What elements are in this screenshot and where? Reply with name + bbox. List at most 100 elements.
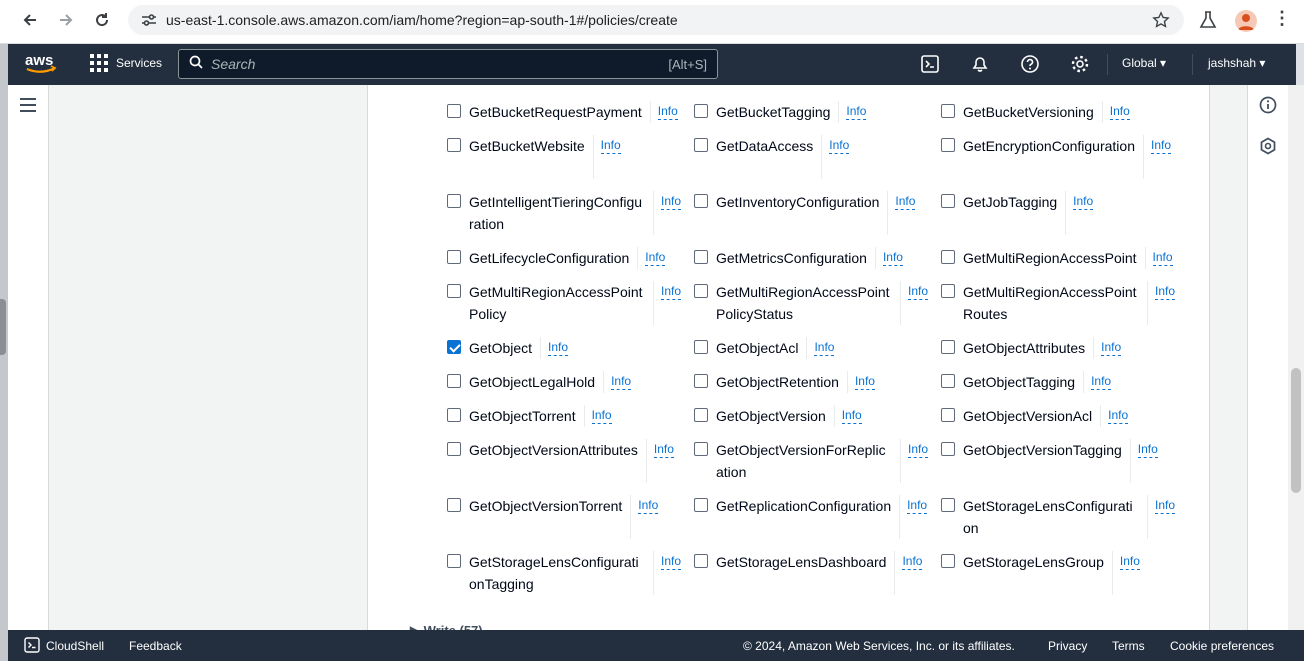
- info-link[interactable]: Info: [1091, 373, 1112, 390]
- info-link[interactable]: Info: [846, 103, 867, 120]
- settings-gear-icon[interactable]: [1070, 54, 1092, 76]
- info-link[interactable]: Info: [1109, 103, 1130, 120]
- action-checkbox[interactable]: [447, 194, 461, 208]
- action-name[interactable]: GetJobTagging: [963, 191, 1139, 213]
- browser-menu-icon[interactable]: ⋮: [1272, 8, 1292, 29]
- help-icon[interactable]: [1020, 54, 1042, 76]
- action-checkbox[interactable]: [447, 104, 461, 118]
- info-link[interactable]: Info: [600, 137, 621, 154]
- info-link[interactable]: Info: [895, 193, 916, 210]
- action-checkbox[interactable]: [941, 104, 955, 118]
- back-arrow-icon[interactable]: [14, 6, 46, 34]
- info-link[interactable]: Info: [841, 407, 862, 424]
- region-selector[interactable]: Global ▾: [1122, 56, 1166, 70]
- action-name[interactable]: GetObjectVersionTorrent: [469, 495, 645, 517]
- action-name[interactable]: GetReplicationConfiguration: [716, 495, 892, 517]
- action-name[interactable]: GetStorageLensDashboard: [716, 551, 892, 573]
- info-link[interactable]: Info: [645, 249, 666, 266]
- info-link[interactable]: Info: [1155, 283, 1176, 300]
- labs-flask-icon[interactable]: [1198, 10, 1218, 35]
- info-link[interactable]: Info: [908, 283, 929, 300]
- page-scrollbar[interactable]: [1288, 85, 1304, 630]
- action-checkbox[interactable]: [694, 250, 708, 264]
- action-checkbox[interactable]: [447, 554, 461, 568]
- action-name[interactable]: GetStorageLensConfigurationTagging: [469, 551, 645, 595]
- info-link[interactable]: Info: [1119, 553, 1140, 570]
- info-link[interactable]: Info: [1073, 193, 1094, 210]
- cloudshell-link[interactable]: CloudShell: [46, 639, 104, 653]
- action-name[interactable]: GetMultiRegionAccessPointRoutes: [963, 281, 1139, 325]
- action-checkbox[interactable]: [694, 340, 708, 354]
- action-name[interactable]: GetEncryptionConfiguration: [963, 135, 1139, 157]
- notifications-bell-icon[interactable]: [970, 54, 992, 76]
- info-link[interactable]: Info: [907, 497, 928, 514]
- feedback-link[interactable]: Feedback: [129, 639, 182, 653]
- info-link[interactable]: Info: [611, 373, 632, 390]
- action-name[interactable]: GetDataAccess: [716, 135, 892, 157]
- aws-logo-icon[interactable]: aws: [24, 52, 58, 79]
- scrollbar-thumb[interactable]: [1291, 368, 1301, 493]
- info-link[interactable]: Info: [908, 441, 929, 458]
- info-link[interactable]: Info: [882, 249, 903, 266]
- action-name[interactable]: GetObjectVersionTagging: [963, 439, 1139, 461]
- reload-icon[interactable]: [86, 6, 118, 34]
- action-checkbox[interactable]: [447, 374, 461, 388]
- menu-hamburger-icon[interactable]: [20, 98, 36, 117]
- action-checkbox[interactable]: [941, 250, 955, 264]
- info-link[interactable]: Info: [1152, 249, 1173, 266]
- info-link[interactable]: Info: [1155, 497, 1176, 514]
- action-checkbox[interactable]: [447, 250, 461, 264]
- action-checkbox[interactable]: [694, 138, 708, 152]
- action-checkbox[interactable]: [941, 498, 955, 512]
- bookmark-star-icon[interactable]: [1152, 11, 1170, 34]
- action-checkbox[interactable]: [941, 194, 955, 208]
- forward-arrow-icon[interactable]: [50, 6, 82, 34]
- action-checkbox[interactable]: [694, 408, 708, 422]
- info-link[interactable]: Info: [591, 407, 612, 424]
- action-name[interactable]: GetObjectVersionAttributes: [469, 439, 645, 461]
- action-checkbox[interactable]: [447, 498, 461, 512]
- action-checkbox[interactable]: [941, 374, 955, 388]
- info-link[interactable]: Info: [902, 553, 923, 570]
- info-link[interactable]: Info: [814, 339, 835, 356]
- info-link[interactable]: Info: [548, 339, 569, 356]
- cloudshell-icon[interactable]: [920, 54, 942, 76]
- action-checkbox[interactable]: [941, 340, 955, 354]
- info-panel-icon[interactable]: [1259, 96, 1277, 119]
- action-name[interactable]: GetObjectAcl: [716, 337, 892, 359]
- cookie-preferences-link[interactable]: Cookie preferences: [1170, 639, 1274, 653]
- info-link[interactable]: Info: [657, 103, 678, 120]
- url-text[interactable]: us-east-1.console.aws.amazon.com/iam/hom…: [166, 12, 678, 28]
- action-checkbox[interactable]: [694, 194, 708, 208]
- action-checkbox[interactable]: [447, 284, 461, 298]
- info-link[interactable]: Info: [829, 137, 850, 154]
- profile-avatar-icon[interactable]: [1235, 10, 1257, 32]
- action-name[interactable]: GetBucketRequestPayment: [469, 101, 645, 123]
- info-link[interactable]: Info: [661, 193, 682, 210]
- action-name[interactable]: GetInventoryConfiguration: [716, 191, 892, 213]
- info-link[interactable]: Info: [854, 373, 875, 390]
- account-menu[interactable]: jashshah ▾: [1208, 56, 1265, 70]
- action-checkbox[interactable]: [941, 442, 955, 456]
- action-name[interactable]: GetStorageLensConfiguration: [963, 495, 1139, 539]
- info-link[interactable]: Info: [1101, 339, 1122, 356]
- action-checkbox[interactable]: [694, 374, 708, 388]
- action-checkbox[interactable]: [694, 104, 708, 118]
- info-link[interactable]: Info: [661, 553, 682, 570]
- info-link[interactable]: Info: [1108, 407, 1129, 424]
- site-settings-icon[interactable]: [138, 13, 160, 27]
- action-name[interactable]: GetLifecycleConfiguration: [469, 247, 645, 269]
- search-input[interactable]: Search [Alt+S]: [178, 49, 718, 79]
- address-bar[interactable]: us-east-1.console.aws.amazon.com/iam/hom…: [128, 5, 1184, 35]
- action-checkbox[interactable]: [694, 442, 708, 456]
- info-link[interactable]: Info: [638, 497, 659, 514]
- action-checkbox[interactable]: [447, 408, 461, 422]
- info-link[interactable]: Info: [661, 283, 682, 300]
- action-name[interactable]: GetMultiRegionAccessPoint: [963, 247, 1139, 269]
- resources-hexagon-icon[interactable]: [1259, 137, 1277, 160]
- action-checkbox[interactable]: [447, 340, 461, 354]
- action-name[interactable]: GetMultiRegionAccessPointPolicyStatus: [716, 281, 892, 325]
- action-name[interactable]: GetObjectVersion: [716, 405, 892, 427]
- info-link[interactable]: Info: [1137, 441, 1158, 458]
- cloudshell-footer-icon[interactable]: [24, 637, 40, 656]
